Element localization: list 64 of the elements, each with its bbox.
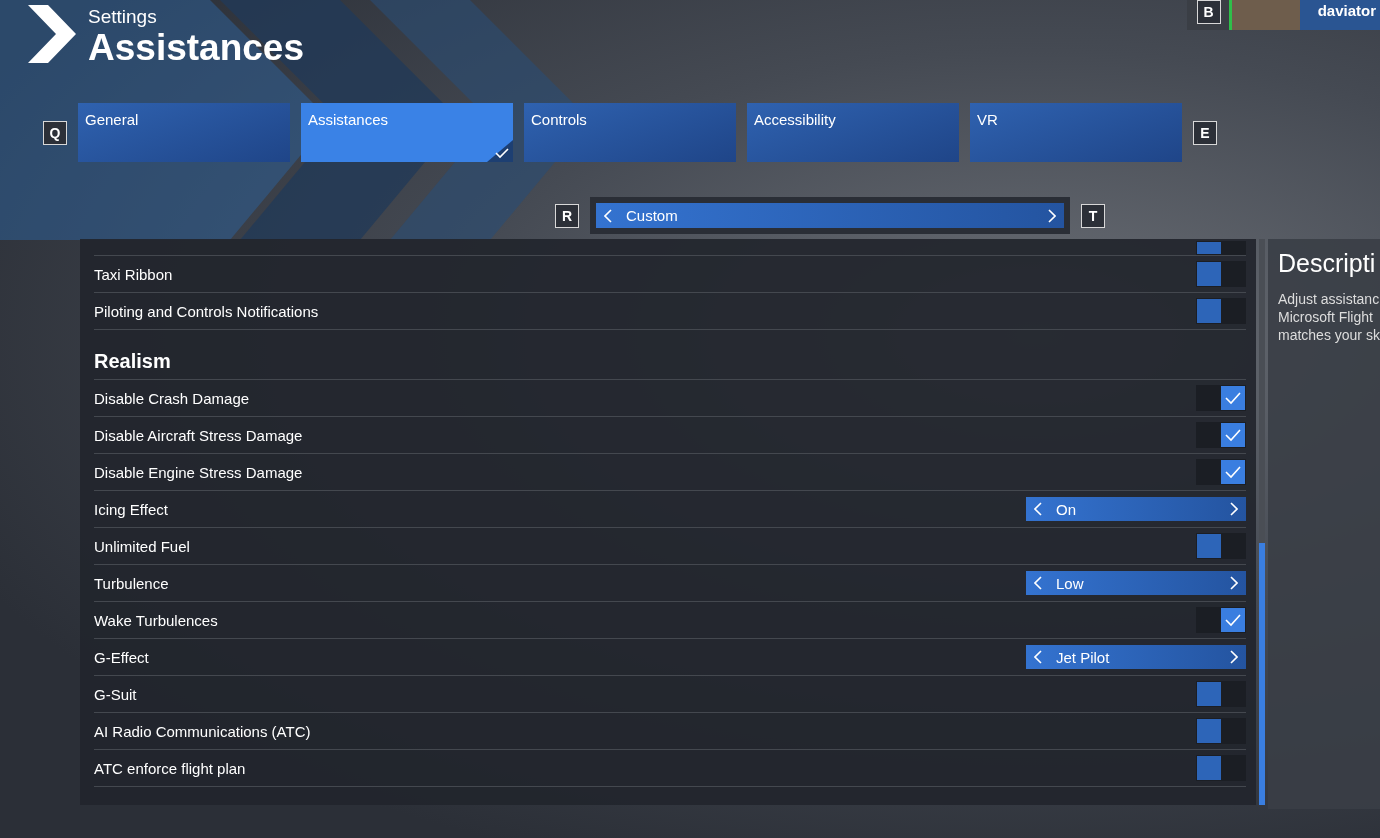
option-selector[interactable]: Low bbox=[1026, 571, 1246, 595]
tab[interactable]: Controls bbox=[524, 103, 736, 162]
chevron-left-icon[interactable] bbox=[1034, 576, 1042, 590]
setting-label: G-Suit bbox=[94, 685, 138, 703]
description-text: Adjust assistanc Microsoft Flight matches your sk bbox=[1278, 290, 1380, 344]
setting-label: Wake Turbulences bbox=[94, 611, 219, 629]
toggle-switch[interactable] bbox=[1196, 385, 1246, 411]
toggle-switch[interactable] bbox=[1196, 755, 1246, 781]
toggle-switch[interactable] bbox=[1196, 422, 1246, 448]
key-hint: Q bbox=[43, 120, 67, 145]
section-heading: Realism bbox=[94, 330, 1246, 380]
setting-label: Turbulence bbox=[94, 574, 170, 592]
toggle-switch[interactable] bbox=[1196, 459, 1246, 485]
setting-label: Piloting and Controls Notifications bbox=[94, 302, 320, 320]
tab[interactable]: Accessibility bbox=[747, 103, 959, 162]
toggle-switch[interactable] bbox=[1196, 533, 1246, 559]
toggle-switch[interactable] bbox=[1196, 681, 1246, 707]
chevron-left-icon[interactable] bbox=[1034, 650, 1042, 664]
toggle-switch[interactable] bbox=[1196, 261, 1246, 287]
option-value: Low bbox=[1056, 574, 1085, 592]
setting-label: Taxi Ribbon bbox=[94, 265, 174, 283]
toggle-switch[interactable] bbox=[1196, 718, 1246, 744]
chevron-right-icon[interactable] bbox=[1230, 650, 1238, 664]
avatar-placeholder bbox=[1228, 0, 1300, 30]
option-selector[interactable]: Jet Pilot bbox=[1026, 645, 1246, 669]
setting-label: Disable Aircraft Stress Damage bbox=[94, 426, 304, 444]
toggle-switch[interactable] bbox=[1196, 241, 1246, 255]
check-icon bbox=[487, 140, 513, 162]
setting-label: Disable Crash Damage bbox=[94, 389, 251, 407]
option-value: Jet Pilot bbox=[1056, 648, 1111, 666]
tab[interactable]: Assistances bbox=[301, 103, 513, 162]
setting-label: ATC enforce flight plan bbox=[94, 759, 247, 777]
key-hint: R bbox=[555, 203, 579, 228]
chevron-icon bbox=[28, 5, 76, 63]
chevron-right-icon[interactable] bbox=[1230, 576, 1238, 590]
tab[interactable]: General bbox=[78, 103, 290, 162]
chevron-left-icon[interactable] bbox=[604, 208, 612, 223]
page-subtitle: Settings bbox=[88, 6, 158, 28]
setting-label: Disable Engine Stress Damage bbox=[94, 463, 304, 481]
key-hint: B bbox=[1196, 0, 1221, 24]
toggle-switch[interactable] bbox=[1196, 298, 1246, 324]
preset-selector[interactable]: Custom bbox=[590, 197, 1070, 234]
description-title: Descripti bbox=[1278, 249, 1377, 278]
tab[interactable]: VR bbox=[970, 103, 1182, 162]
chevron-left-icon[interactable] bbox=[1034, 502, 1042, 516]
setting-label: Icing Effect bbox=[94, 500, 169, 518]
key-hint: E bbox=[1193, 120, 1217, 145]
check-icon bbox=[1224, 391, 1242, 405]
setting-label: AI Radio Communications (ATC) bbox=[94, 722, 312, 740]
chevron-right-icon[interactable] bbox=[1230, 502, 1238, 516]
page-title: Assistances bbox=[88, 28, 304, 69]
toggle-switch[interactable] bbox=[1196, 607, 1246, 633]
scrollbar[interactable] bbox=[1259, 239, 1265, 805]
setting-label: G-Effect bbox=[94, 648, 150, 666]
setting-label: Unlimited Fuel bbox=[94, 537, 191, 555]
check-icon bbox=[1224, 428, 1242, 442]
chevron-right-icon[interactable] bbox=[1048, 208, 1056, 223]
key-hint: T bbox=[1081, 203, 1105, 228]
option-selector[interactable]: On bbox=[1026, 497, 1246, 521]
check-icon bbox=[1224, 613, 1242, 627]
check-icon bbox=[1224, 465, 1242, 479]
username[interactable]: daviator bbox=[1299, 0, 1380, 30]
option-value: On bbox=[1056, 500, 1077, 518]
preset-value: Custom bbox=[626, 207, 678, 224]
